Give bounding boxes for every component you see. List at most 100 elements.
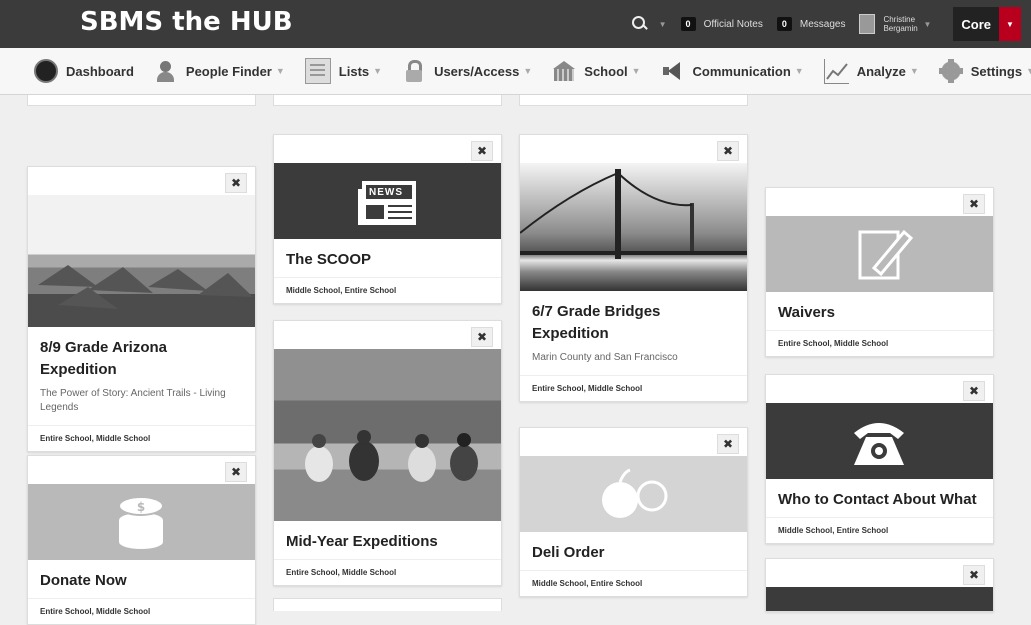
brand-logo[interactable]: SBMS the HUB	[80, 7, 293, 37]
card-title[interactable]: Donate Now	[28, 560, 255, 598]
nav-lists-label: Lists	[338, 63, 370, 79]
nav-people-finder-label: People Finder	[185, 63, 272, 79]
chevron-down-icon: ▼	[275, 66, 285, 76]
svg-text:$: $	[137, 500, 145, 514]
card-stub	[273, 598, 502, 611]
chevron-down-icon: ▼	[373, 66, 383, 76]
card-title[interactable]: 8/9 Grade Arizona Expedition	[28, 327, 255, 387]
notes-count-badge[interactable]: 0	[680, 17, 696, 31]
card-tags: Entire School, Middle School	[28, 425, 255, 451]
nav-lists[interactable]: Lists ▼	[304, 58, 383, 84]
nav-school[interactable]: School ▼	[552, 59, 641, 83]
card-waivers[interactable]: ✖ Waivers Entire School, Middle School	[765, 187, 994, 357]
expedition-camp-photo	[28, 195, 255, 327]
nav-users-access[interactable]: Users/Access ▼	[402, 59, 532, 83]
card-header: ✖	[766, 559, 993, 587]
main-nav: Dashboard People Finder ▼ Lists ▼ Users/…	[0, 48, 1031, 95]
nav-communication-label: Communication	[692, 63, 791, 79]
close-icon[interactable]: ✖	[225, 173, 247, 193]
lock-icon	[402, 59, 426, 83]
messages-count-badge[interactable]: 0	[776, 17, 792, 31]
list-icon	[304, 58, 331, 84]
chevron-down-icon: ▼	[909, 66, 919, 76]
chevron-down-icon: ▼	[631, 66, 641, 76]
close-icon[interactable]: ✖	[717, 434, 739, 454]
top-right-controls: ▼ 0 Official Notes 0 Messages Christine …	[631, 0, 1021, 48]
school-building-icon	[552, 59, 576, 83]
card-header: ✖	[274, 135, 501, 163]
golden-gate-bridge-photo	[520, 163, 747, 291]
card-tags: Entire School, Middle School	[520, 375, 747, 401]
card-who-to-contact[interactable]: ✖ Who to Contact About What Middle Schoo…	[765, 374, 994, 544]
students-hilltop-photo	[274, 349, 501, 521]
close-icon[interactable]: ✖	[471, 141, 493, 161]
megaphone-icon	[661, 59, 685, 83]
messages-link[interactable]: Messages	[800, 19, 846, 30]
card-stub	[519, 95, 748, 106]
card-tags: Entire School, Middle School	[274, 559, 501, 585]
close-icon[interactable]: ✖	[963, 381, 985, 401]
card-title[interactable]: 6/7 Grade Bridges Expedition	[520, 291, 747, 351]
card-bridges-expedition[interactable]: ✖ 6/7 Grade Bridges Expedition Marin Cou…	[519, 134, 748, 402]
card-header: ✖	[520, 428, 747, 456]
telephone-icon	[766, 403, 993, 479]
chevron-down-icon: ▼	[523, 66, 533, 76]
close-icon[interactable]: ✖	[717, 141, 739, 161]
nav-settings-label: Settings	[970, 63, 1023, 79]
card-tags: Entire School, Middle School	[766, 330, 993, 356]
card-mid-year-expeditions[interactable]: ✖ Mid-Year Expeditions Entire School, Mi…	[273, 320, 502, 586]
chevron-down-icon[interactable]: ▼	[659, 20, 667, 29]
card-title[interactable]: Waivers	[766, 292, 993, 330]
user-menu-chevron-icon[interactable]: ▼	[923, 20, 931, 29]
close-icon[interactable]: ✖	[963, 565, 985, 585]
card-header: ✖	[520, 135, 747, 163]
coins-icon: $	[28, 484, 255, 560]
card-donate-now[interactable]: ✖ $ Donate Now Entire School, Middle Sch…	[27, 455, 256, 625]
document-pen-icon	[766, 216, 993, 292]
card-header: ✖	[274, 321, 501, 349]
card-header: ✖	[28, 167, 255, 195]
nav-dashboard[interactable]: Dashboard	[34, 59, 134, 83]
people-icon	[154, 59, 178, 83]
card-partial[interactable]: ✖	[765, 558, 994, 612]
gear-icon	[938, 59, 963, 83]
nav-school-label: School	[584, 63, 628, 79]
nav-settings[interactable]: Settings ▼	[938, 59, 1031, 83]
card-image	[766, 587, 993, 611]
user-name[interactable]: Christine Bergamin	[883, 15, 921, 33]
card-tags: Entire School, Middle School	[28, 598, 255, 624]
card-title[interactable]: Deli Order	[520, 532, 747, 570]
core-button[interactable]: Core	[953, 7, 999, 41]
card-tags: Middle School, Entire School	[520, 570, 747, 596]
core-dropdown-chevron-icon[interactable]: ▼	[999, 7, 1021, 41]
card-tags: Middle School, Entire School	[766, 517, 993, 543]
card-tags: Middle School, Entire School	[274, 277, 501, 303]
close-icon[interactable]: ✖	[471, 327, 493, 347]
nav-communication[interactable]: Communication ▼	[661, 59, 804, 83]
card-arizona-expedition[interactable]: ✖ 8/9 Grade Arizona Expedition The Power…	[27, 166, 256, 452]
news-icon-text: NEWS	[369, 187, 403, 198]
card-stub	[273, 95, 502, 106]
nav-analyze[interactable]: Analyze ▼	[823, 58, 919, 84]
card-deli-order[interactable]: ✖ Deli Order Middle School, Entire Schoo…	[519, 427, 748, 597]
card-the-scoop[interactable]: ✖ NEWS The SCOOP Middle School, Entire S…	[273, 134, 502, 304]
card-subtitle: Marin County and San Francisco	[532, 352, 678, 363]
card-subtitle: The Power of Story: Ancient Trails - Liv…	[40, 388, 226, 413]
close-icon[interactable]: ✖	[963, 194, 985, 214]
chevron-down-icon: ▼	[794, 66, 804, 76]
card-header: ✖	[766, 188, 993, 216]
card-title[interactable]: Mid-Year Expeditions	[274, 521, 501, 559]
chart-line-icon	[823, 58, 849, 84]
official-notes-link[interactable]: Official Notes	[704, 19, 763, 30]
card-title[interactable]: The SCOOP	[274, 239, 501, 277]
close-icon[interactable]: ✖	[225, 462, 247, 482]
nav-dashboard-label: Dashboard	[66, 63, 134, 79]
card-title[interactable]: Who to Contact About What	[766, 479, 993, 517]
apple-icon	[520, 456, 747, 532]
dashboard-icon	[34, 59, 58, 83]
avatar[interactable]	[859, 14, 876, 34]
card-stub	[27, 95, 256, 106]
nav-people-finder[interactable]: People Finder ▼	[154, 59, 285, 83]
newspaper-icon: NEWS	[274, 163, 501, 239]
search-icon[interactable]	[631, 15, 649, 33]
